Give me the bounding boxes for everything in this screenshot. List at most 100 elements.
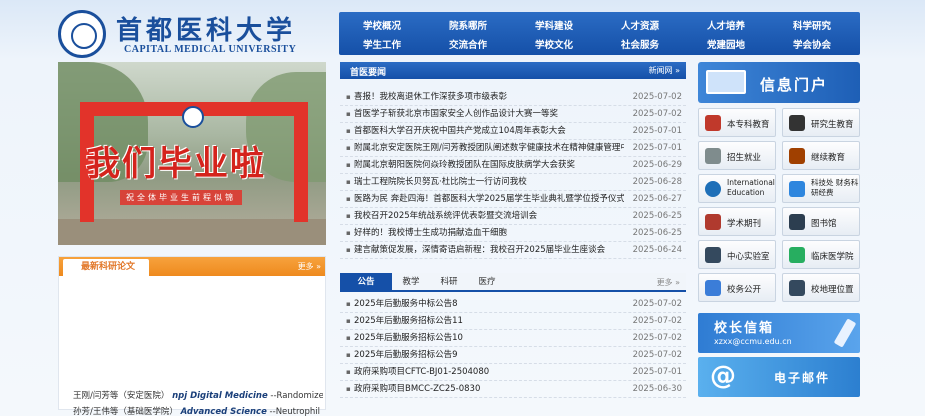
books-icon	[789, 148, 805, 164]
quick-link-graduate[interactable]: 研究生教育	[782, 108, 860, 137]
quick-link-label: International Education	[727, 178, 775, 197]
nav-item[interactable]: 人才培养	[683, 18, 769, 32]
university-seal-icon	[58, 10, 106, 58]
bullet-icon: ▪	[346, 178, 351, 186]
nav-item[interactable]: 学科建设	[511, 18, 597, 32]
email-title: 电子邮件	[774, 371, 831, 385]
news-row[interactable]: ▪ 我校召开2025年统战系统评优表彰暨交流培训会 2025-06-25	[340, 208, 686, 225]
quick-link-label: 研究生教育	[811, 120, 854, 130]
news-row[interactable]: ▪ 瑞士工程院院长贝努瓦·杜比院士一行访问我校 2025-06-28	[340, 174, 686, 191]
notice-text: 2025年后勤服务招标公告10	[354, 333, 463, 343]
tab-latest-papers[interactable]: 最新科研论文	[63, 259, 150, 276]
medical-icon	[789, 247, 805, 263]
notice-row[interactable]: ▪ 2025年后勤服务招标公告10 2025-07-02	[340, 330, 686, 347]
bullet-icon: ▪	[346, 110, 351, 118]
quick-link-undergrad[interactable]: 本专科教育	[698, 108, 776, 137]
news-more-link[interactable]: 新闻网 »	[649, 65, 680, 76]
notice-row[interactable]: ▪ 2025年后勤服务中标公告8 2025-07-02	[340, 296, 686, 313]
quick-link-international[interactable]: International Education	[698, 174, 776, 203]
news-row[interactable]: ▪ 建言献策促发展，深情寄语启新程：我校召开2025届毕业生座谈会 2025-06-…	[340, 242, 686, 259]
nav-item[interactable]: 党建园地	[683, 37, 769, 51]
notice-more-link[interactable]: 更多 »	[657, 277, 680, 288]
news-text: 好样的！我校博士生成功捐献造血干细胞	[354, 228, 508, 238]
papers-more-link[interactable]: 更多 »	[298, 261, 321, 272]
notice-tab-bar: 公告 教学 科研 医疗 更多 »	[340, 273, 686, 292]
quick-link-location[interactable]: 校地理位置	[782, 273, 860, 302]
quick-link-journals[interactable]: 学术期刊	[698, 207, 776, 236]
news-title: 首医要闻	[350, 68, 387, 78]
paper-item[interactable]: 王刚/闫芳等（安定医院） npj Digital Medicine --Rand…	[73, 389, 323, 401]
tab-research[interactable]: 科研	[430, 273, 468, 292]
paper-journal: npj Digital Medicine	[172, 391, 268, 401]
quick-link-clinical[interactable]: 临床医学院	[782, 240, 860, 269]
quick-link-continuing[interactable]: 继续教育	[782, 141, 860, 170]
bullet-icon: ▪	[346, 144, 351, 152]
notice-date: 2025-07-02	[632, 299, 682, 309]
bullet-icon: ▪	[346, 195, 351, 203]
laptop-icon	[706, 70, 746, 94]
tab-teaching[interactable]: 教学	[392, 273, 430, 292]
notice-text: 2025年后勤服务中标公告8	[354, 299, 458, 309]
notice-date: 2025-07-02	[632, 316, 682, 326]
graduation-subtitle: 祝全体毕业生前程似锦	[120, 190, 242, 205]
globe-icon	[705, 181, 721, 197]
nav-item[interactable]: 学校概况	[339, 18, 425, 32]
handshake-icon	[705, 148, 721, 164]
news-row[interactable]: ▪ 附属北京朝阳医院何焱玲教授团队在国际皮肤病学大会获奖 2025-06-29	[340, 157, 686, 174]
news-row[interactable]: ▪ 首医学子斩获北京市国家安全人创作品设计大赛一等奖 2025-07-02	[340, 106, 686, 123]
nav-item[interactable]: 学生工作	[339, 37, 425, 51]
quick-link-finance[interactable]: 科技处 财务科研经费	[782, 174, 860, 203]
monitor-icon	[705, 280, 721, 296]
logo-english-name: CAPITAL MEDICAL UNIVERSITY	[124, 44, 297, 55]
quick-link-library[interactable]: 图书馆	[782, 207, 860, 236]
bullet-icon: ▪	[346, 334, 351, 342]
quick-link-label: 科技处 财务科研经费	[811, 178, 859, 197]
news-date: 2025-06-29	[632, 160, 682, 170]
news-row[interactable]: ▪ 医路为民 奔赴四海！首都医科大学2025届学生毕业典礼暨学位授予仪式举行 202…	[340, 191, 686, 208]
news-row[interactable]: ▪ 首都医科大学召开庆祝中国共产党成立104周年表彰大会 2025-07-01	[340, 123, 686, 140]
paper-title: --Randomized	[270, 391, 323, 401]
main-navigation: 学校概况 院系哪所 学科建设 人才资源 人才培养 科学研究 学生工作 交流合作 …	[339, 12, 860, 55]
notice-row[interactable]: ▪ 政府采购项目BMCC-ZC25-0830 2025-06-30	[340, 381, 686, 398]
quick-link-label: 图书馆	[811, 219, 837, 229]
president-mailbox-button[interactable]: 校长信箱 xzxx@ccmu.edu.cn	[698, 313, 860, 353]
notice-date: 2025-07-02	[632, 350, 682, 360]
news-date: 2025-07-01	[632, 143, 682, 153]
news-row[interactable]: ▪ 附属北京安定医院王刚/闫芳教授团队阐述数字健康技术在精神健康管理中的应 2025…	[340, 140, 686, 157]
ground-decoration	[58, 219, 326, 245]
bullet-icon: ▪	[346, 385, 351, 393]
news-row[interactable]: ▪ 喜报！我校离退休工作深获多项市级表彰 2025-07-02	[340, 89, 686, 106]
bullet-icon: ▪	[346, 317, 351, 325]
nav-item[interactable]: 学会协会	[769, 37, 855, 51]
notice-row[interactable]: ▪ 2025年后勤服务招标公告9 2025-07-02	[340, 347, 686, 364]
graduation-slogan: 我们毕业啦	[86, 144, 266, 184]
library-icon	[789, 214, 805, 230]
notice-row[interactable]: ▪ 政府采购项目CFTC-BJ01-2504080 2025-07-01	[340, 364, 686, 381]
papers-tab-bar: 最新科研论文 更多 »	[59, 257, 325, 276]
news-text: 瑞士工程院院长贝努瓦·杜比院士一行访问我校	[354, 177, 527, 187]
quick-link-admission[interactable]: 招生就业	[698, 141, 776, 170]
quick-link-label: 校地理位置	[811, 285, 854, 295]
tab-announcement[interactable]: 公告	[340, 273, 392, 292]
bullet-icon: ▪	[346, 229, 351, 237]
quick-link-lab[interactable]: 中心实验室	[698, 240, 776, 269]
nav-item[interactable]: 科学研究	[769, 18, 855, 32]
nav-item[interactable]: 社会服务	[597, 37, 683, 51]
news-row[interactable]: ▪ 好样的！我校博士生成功捐献造血干细胞 2025-06-25	[340, 225, 686, 242]
nav-item[interactable]: 人才资源	[597, 18, 683, 32]
university-logo[interactable]: 首都医科大学 CAPITAL MEDICAL UNIVERSITY	[58, 8, 298, 58]
nav-item[interactable]: 院系哪所	[425, 18, 511, 32]
pen-icon	[833, 318, 857, 348]
notice-date: 2025-06-30	[632, 384, 682, 394]
quick-link-open-affairs[interactable]: 校务公开	[698, 273, 776, 302]
notice-text: 政府采购项目BMCC-ZC25-0830	[354, 384, 481, 394]
tab-medical[interactable]: 医疗	[468, 273, 506, 292]
paper-item[interactable]: 孙芳/王伟等（基础医学院） Advanced Science --Neutrop…	[73, 405, 323, 416]
email-button[interactable]: @ 电子邮件	[698, 357, 860, 397]
nav-item[interactable]: 交流合作	[425, 37, 511, 51]
paper-journal: Advanced Science	[180, 407, 267, 416]
graduation-banner-image[interactable]: 我们毕业啦 祝全体毕业生前程似锦	[58, 62, 326, 245]
info-portal-button[interactable]: 信息门户	[698, 62, 860, 103]
nav-item[interactable]: 学校文化	[511, 37, 597, 51]
notice-row[interactable]: ▪ 2025年后勤服务招标公告11 2025-07-02	[340, 313, 686, 330]
